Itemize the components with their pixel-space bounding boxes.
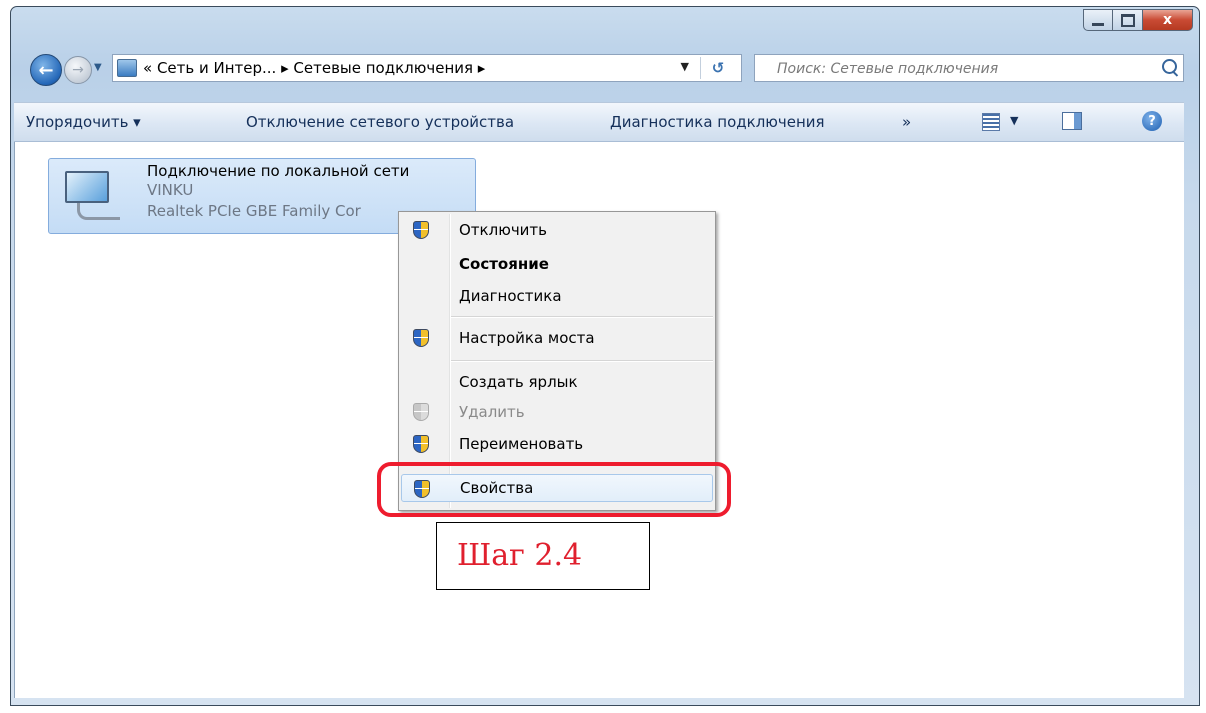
minimize-button[interactable]: [1083, 9, 1113, 31]
diagnose-connection-button[interactable]: Диагностика подключения: [610, 113, 825, 131]
forward-button[interactable]: →: [64, 56, 92, 84]
menu-item-label: Диагностика: [459, 287, 562, 305]
view-dropdown-icon[interactable]: ▼: [1010, 114, 1018, 127]
step-label: Шаг 2.4: [457, 538, 583, 573]
refresh-button[interactable]: ↺: [700, 57, 735, 79]
change-view-icon[interactable]: [982, 113, 1000, 131]
search-icon[interactable]: [1162, 59, 1177, 74]
history-dropdown-icon[interactable]: ▼: [94, 62, 102, 73]
menu-item-create-shortcut[interactable]: Создать ярлык: [401, 368, 713, 396]
close-button[interactable]: x: [1143, 9, 1193, 31]
menu-item-label: Настройка моста: [459, 329, 595, 347]
disable-device-button[interactable]: Отключение сетевого устройства: [246, 113, 514, 131]
shield-icon: [413, 221, 429, 239]
help-icon[interactable]: ?: [1142, 111, 1162, 131]
address-bar[interactable]: « Сеть и Интер... ▸ Сетевые подключения …: [112, 54, 742, 82]
step-label-box: Шаг 2.4: [436, 522, 650, 590]
menu-item-status[interactable]: Состояние: [401, 250, 713, 278]
step-highlight: [377, 462, 731, 517]
menu-item-label: Создать ярлык: [459, 373, 578, 391]
menu-item-rename[interactable]: Переименовать: [401, 430, 713, 458]
window-controls: x: [1083, 9, 1193, 33]
address-dropdown-icon[interactable]: ▼: [681, 60, 689, 73]
command-bar: Упорядочить ▾ Отключение сетевого устрой…: [14, 102, 1184, 142]
search-input[interactable]: [755, 55, 1159, 83]
menu-item-label: Состояние: [459, 255, 549, 273]
menu-separator: [451, 316, 713, 318]
address-path[interactable]: « Сеть и Интер... ▸ Сетевые подключения …: [143, 59, 485, 77]
preview-pane-icon[interactable]: [1062, 112, 1082, 130]
menu-item-bridge[interactable]: Настройка моста: [401, 324, 713, 352]
menu-separator: [451, 360, 713, 362]
maximize-button[interactable]: [1113, 9, 1143, 31]
minimize-icon: [1092, 22, 1104, 26]
connection-device: Realtek PCIe GBE Family Cor: [147, 202, 361, 220]
more-commands-button[interactable]: »: [902, 113, 911, 131]
menu-item-label: Переименовать: [459, 435, 584, 453]
connection-name: Подключение по локальной сети: [147, 162, 410, 180]
menu-item-delete: Удалить: [401, 398, 713, 426]
network-folder-icon: [117, 59, 137, 77]
maximize-icon: [1120, 13, 1135, 27]
shield-icon: [413, 435, 429, 453]
organize-button[interactable]: Упорядочить ▾: [26, 113, 141, 131]
search-box[interactable]: [754, 54, 1184, 83]
shield-icon: [413, 329, 429, 347]
menu-item-disconnect[interactable]: Отключить: [401, 216, 713, 244]
network-connection-icon: [57, 167, 121, 223]
navigation-bar: ← → ▼ « Сеть и Интер... ▸ Сетевые подклю…: [24, 52, 1200, 86]
connection-network: VINKU: [147, 181, 194, 199]
menu-item-label: Отключить: [459, 221, 548, 239]
shield-icon: [413, 403, 429, 421]
menu-item-label: Удалить: [459, 403, 525, 421]
back-button[interactable]: ←: [30, 54, 62, 86]
menu-item-diagnostics[interactable]: Диагностика: [401, 282, 713, 310]
